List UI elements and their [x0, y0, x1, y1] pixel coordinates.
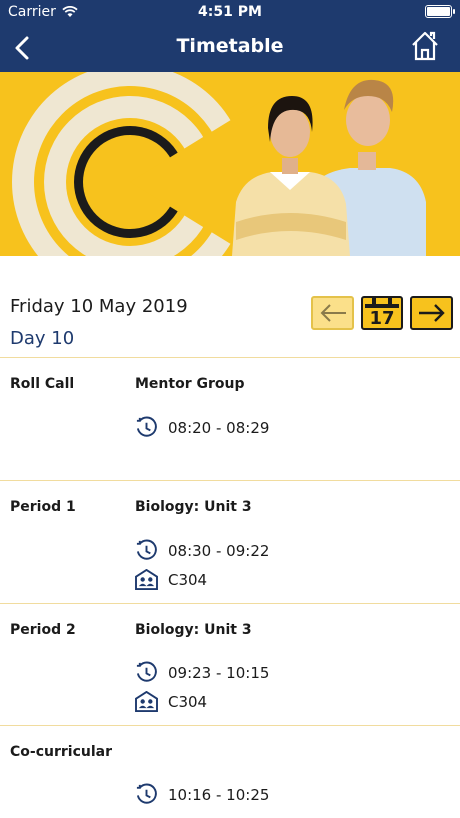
page-title: Timetable: [176, 35, 284, 57]
status-bar: Carrier 4:51 PM: [0, 0, 460, 24]
time-line: 10:16 - 10:25: [135, 783, 269, 806]
timetable-row[interactable]: Roll Call Mentor Group 08:20 - 08:29: [0, 358, 460, 481]
next-day-button[interactable]: [410, 296, 453, 330]
clock-icon: [136, 661, 157, 682]
time-range: 08:20 - 08:29: [168, 418, 270, 437]
date-label: Friday 10 May 2019: [10, 296, 188, 317]
timetable-row[interactable]: Period 1 Biology: Unit 3 08:30 - 09:22 C…: [0, 481, 460, 604]
period-label: Period 1: [10, 499, 76, 515]
clock-icon: [136, 783, 157, 804]
timetable-row[interactable]: Period 2 Biology: Unit 3 09:23 - 10:15 C…: [0, 604, 460, 726]
day-label: Day 10: [10, 328, 75, 349]
room-line: C304: [135, 569, 207, 590]
time-range: 08:30 - 09:22: [168, 541, 270, 560]
room-line: C304: [135, 691, 207, 712]
time-line: 09:23 - 10:15: [135, 661, 269, 684]
time-range: 09:23 - 10:15: [168, 663, 270, 682]
period-label: Co-curricular: [10, 744, 112, 760]
subject-label: Biology: Unit 3: [135, 499, 252, 515]
date-header: Friday 10 May 2019 Day 10 17: [0, 256, 460, 358]
period-label: Period 2: [10, 622, 76, 638]
classroom-icon: [135, 569, 158, 590]
time-line: 08:30 - 09:22: [135, 539, 269, 562]
battery-icon: [425, 5, 455, 18]
time-line: 08:20 - 08:29: [135, 416, 269, 439]
calendar-number: 17: [369, 308, 395, 329]
status-time: 4:51 PM: [198, 4, 262, 20]
clock-icon: [136, 416, 157, 437]
top-bar: Carrier 4:51 PM Timetable: [0, 0, 460, 72]
period-label: Roll Call: [10, 376, 75, 392]
room-label: C304: [168, 570, 208, 589]
arrow-left-icon: [320, 304, 346, 322]
timetable-row[interactable]: Co-curricular 10:16 - 10:25: [0, 726, 460, 818]
arrow-right-icon: [418, 304, 445, 322]
calendar-button[interactable]: 17: [361, 296, 403, 330]
home-button[interactable]: [410, 30, 440, 62]
nav-bar: Timetable: [0, 24, 460, 72]
room-label: C304: [168, 692, 208, 711]
school-banner: [0, 72, 460, 256]
clock-icon: [136, 539, 157, 560]
classroom-icon: [135, 691, 158, 712]
previous-day-button[interactable]: [311, 296, 354, 330]
banner-artwork: [12, 72, 426, 256]
subject-label: Mentor Group: [135, 376, 245, 392]
subject-label: Biology: Unit 3: [135, 622, 252, 638]
time-range: 10:16 - 10:25: [168, 785, 270, 804]
